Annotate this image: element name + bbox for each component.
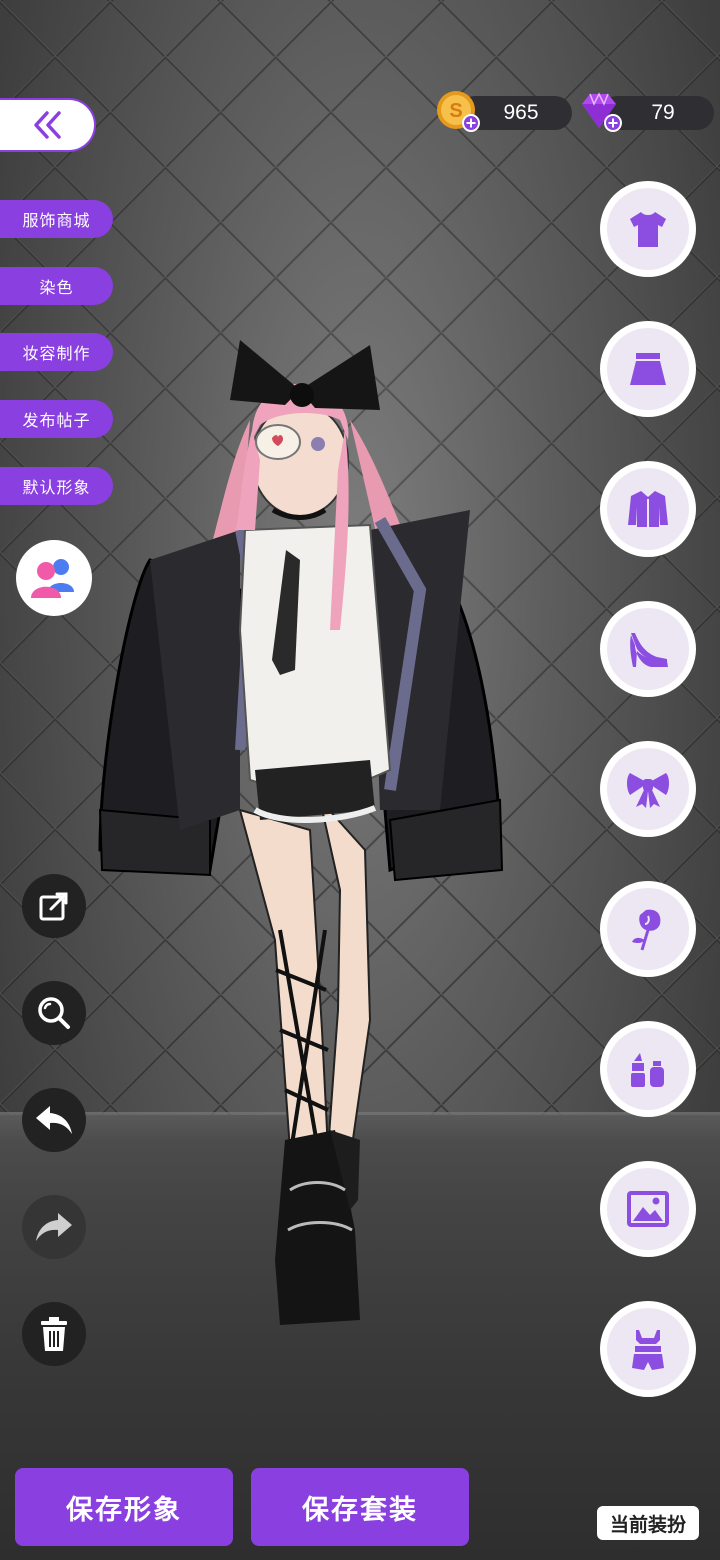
share-icon — [39, 892, 68, 921]
svg-text:S: S — [449, 100, 462, 122]
current-outfit-tag[interactable]: 当前装扮 — [597, 1506, 699, 1540]
category-flowers[interactable] — [600, 881, 696, 977]
lipstick-icon — [631, 1053, 664, 1087]
top-icon — [630, 212, 666, 247]
menu-default-look[interactable]: 默认形象 — [0, 467, 113, 505]
set-icon — [632, 1330, 664, 1370]
skirt-icon — [630, 353, 666, 385]
category-jackets[interactable] — [600, 461, 696, 557]
bow-icon — [627, 773, 669, 808]
category-sets[interactable] — [600, 1301, 696, 1397]
undo-button[interactable] — [22, 1088, 86, 1152]
category-accessories[interactable] — [600, 741, 696, 837]
save-look-button[interactable]: 保存形象 — [15, 1468, 233, 1546]
delete-icon — [41, 1317, 67, 1351]
delete-button[interactable] — [22, 1302, 86, 1366]
rose-icon — [632, 909, 661, 951]
redo-icon — [36, 1213, 72, 1241]
share-button[interactable] — [22, 874, 86, 938]
category-makeup[interactable] — [600, 1021, 696, 1117]
coin-icon: S — [437, 91, 480, 132]
menu-makeup[interactable]: 妆容制作 — [0, 333, 113, 371]
menu-dye[interactable]: 染色 — [0, 267, 113, 305]
jacket-icon — [628, 491, 668, 527]
gem-icon — [582, 92, 622, 132]
double-chevron-left-icon — [34, 111, 61, 139]
gem-balance[interactable]: 79 — [578, 92, 714, 132]
menu-post[interactable]: 发布帖子 — [0, 400, 113, 438]
category-tops[interactable] — [600, 181, 696, 277]
zoom-icon — [38, 997, 70, 1029]
coin-balance[interactable]: 965 S — [436, 91, 574, 132]
dressup-stage: 965 S 79 服饰商城 染色 妆容制作 发布帖子 默认形象 保存形象 保存套… — [0, 0, 720, 1560]
category-skirts[interactable] — [600, 321, 696, 417]
friends-button[interactable] — [16, 540, 92, 616]
save-outfit-button[interactable]: 保存套装 — [251, 1468, 469, 1546]
avatar-character — [98, 340, 504, 1325]
heels-icon — [630, 633, 668, 667]
zoom-button[interactable] — [22, 981, 86, 1045]
menu-clothing-shop[interactable]: 服饰商城 — [0, 200, 113, 238]
category-shoes[interactable] — [600, 601, 696, 697]
category-background[interactable] — [600, 1161, 696, 1257]
redo-button[interactable] — [22, 1195, 86, 1259]
back-button[interactable] — [0, 98, 96, 152]
background-icon — [627, 1191, 669, 1227]
friends-icon — [31, 559, 74, 598]
undo-icon — [36, 1106, 72, 1134]
